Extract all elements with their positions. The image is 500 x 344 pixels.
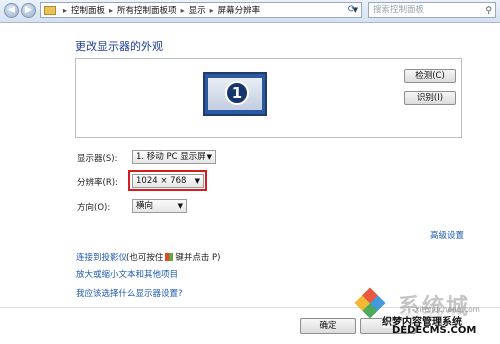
display-select[interactable]: 1. 移动 PC 显示屏 ▼ (132, 150, 216, 164)
monitor-screen: 1 (208, 78, 262, 110)
chevron-down-icon: ▼ (194, 177, 200, 185)
breadcrumb-separator[interactable]: ▸ (206, 6, 218, 15)
ok-button[interactable]: 确定 (300, 318, 356, 334)
advanced-settings-link[interactable]: 高级设置 (430, 229, 464, 241)
watermark-logo-icon (354, 287, 386, 319)
identify-button[interactable]: 识别(I) (404, 91, 456, 105)
windows-logo-icon (165, 253, 174, 261)
search-input[interactable]: 搜索控制面板 ⚲ (368, 2, 496, 18)
search-placeholder: 搜索控制面板 (373, 5, 425, 15)
refresh-icon[interactable]: ⟳ (344, 3, 360, 17)
display-preview: 1 检测(C) 识别(I) (75, 58, 462, 138)
breadcrumb-separator: ▸ (63, 5, 68, 15)
breadcrumb-item[interactable]: 所有控制面板项 (117, 4, 177, 16)
monitor-icon[interactable]: 1 (203, 72, 267, 116)
chevron-down-icon: ▼ (206, 153, 212, 161)
page-title: 更改显示器的外观 (75, 40, 163, 53)
monitor-number: 1 (225, 81, 249, 105)
display-label: 显示器(S): (77, 154, 118, 164)
breadcrumb-item[interactable]: 屏幕分辨率 (218, 4, 261, 16)
resolution-select-value: 1024 × 768 (136, 176, 187, 186)
address-toolbar: ◀ ▶ ▸ 控制面板 ▸ 所有控制面板项 ▸ 显示 ▸ 屏幕分辨率 ▼ ⟳ 搜索… (0, 0, 500, 23)
breadcrumb-separator[interactable]: ▸ (177, 6, 189, 15)
zoom-text-link[interactable]: 放大或缩小文本和其他项目 (76, 268, 178, 280)
breadcrumb-item[interactable]: 控制面板 (71, 4, 105, 16)
address-bar[interactable]: ▸ 控制面板 ▸ 所有控制面板项 ▸ 显示 ▸ 屏幕分辨率 ▼ (40, 2, 362, 18)
search-icon[interactable]: ⚲ (485, 4, 492, 18)
chevron-down-icon: ▼ (177, 202, 183, 210)
control-panel-icon (44, 5, 56, 15)
display-select-value: 1. 移动 PC 显示屏 (136, 152, 206, 162)
which-settings-link[interactable]: 我应该选择什么显示器设置? (76, 287, 183, 299)
resolution-select[interactable]: 1024 × 768 ▼ (132, 174, 204, 188)
orientation-select[interactable]: 横向 ▼ (132, 199, 187, 213)
forward-button[interactable]: ▶ (21, 3, 36, 18)
orientation-select-value: 横向 (136, 201, 154, 211)
back-button[interactable]: ◀ (4, 3, 19, 18)
detect-button[interactable]: 检测(C) (404, 69, 456, 83)
projector-hint-pre: (也可按住 (126, 253, 164, 263)
projector-hint: (也可按住 键并点击 P) (126, 251, 220, 263)
connect-projector-link[interactable]: 连接到投影仪 (76, 251, 127, 263)
orientation-label: 方向(O): (77, 203, 111, 213)
watermark-line2: DEDECMS.COM (392, 325, 477, 336)
projector-hint-post: 键并点击 P) (175, 253, 221, 263)
resolution-label: 分辨率(R): (77, 178, 118, 188)
breadcrumb-separator[interactable]: ▸ (105, 6, 117, 15)
breadcrumb-item[interactable]: 显示 (189, 4, 206, 16)
